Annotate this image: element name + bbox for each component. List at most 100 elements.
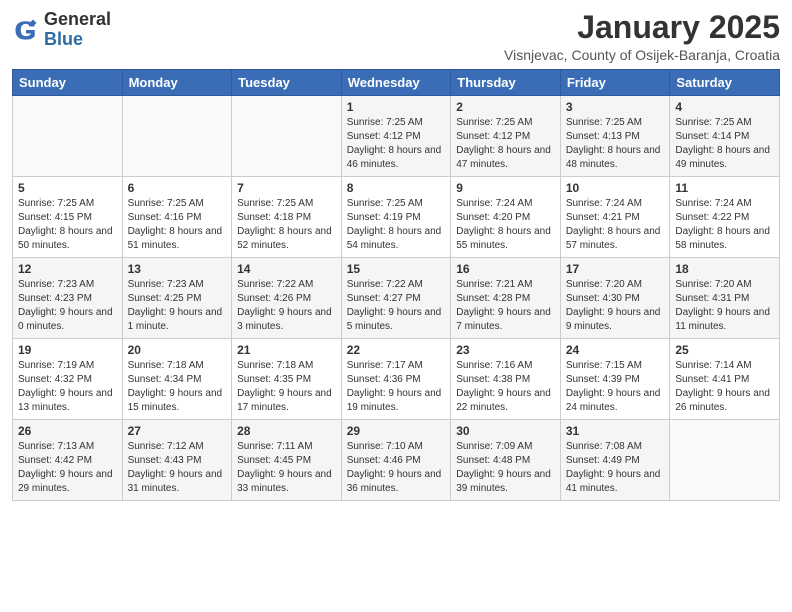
day-info: Sunrise: 7:25 AMSunset: 4:18 PMDaylight:… bbox=[237, 197, 336, 253]
header-tuesday: Tuesday bbox=[232, 70, 342, 96]
calendar-cell bbox=[232, 96, 342, 177]
day-number: 9 bbox=[456, 181, 555, 195]
day-info: Sunrise: 7:12 AMSunset: 4:43 PMDaylight:… bbox=[128, 440, 227, 496]
calendar-cell: 17 Sunrise: 7:20 AMSunset: 4:30 PMDayligh… bbox=[560, 258, 670, 339]
page-container: General Blue January 2025 Visnjevac, Cou… bbox=[0, 0, 792, 509]
header-friday: Friday bbox=[560, 70, 670, 96]
calendar-cell: 6 Sunrise: 7:25 AMSunset: 4:16 PMDaylight… bbox=[122, 177, 232, 258]
day-info: Sunrise: 7:11 AMSunset: 4:45 PMDaylight:… bbox=[237, 440, 336, 496]
day-info: Sunrise: 7:13 AMSunset: 4:42 PMDaylight:… bbox=[18, 440, 117, 496]
day-number: 17 bbox=[566, 262, 665, 276]
calendar-cell: 13Sunrise: 7:23 AMSunset: 4:25 PMDayligh… bbox=[122, 258, 232, 339]
calendar-cell: 26 Sunrise: 7:13 AMSunset: 4:42 PMDayligh… bbox=[13, 420, 123, 501]
day-number: 18 bbox=[675, 262, 774, 276]
day-info: Sunrise: 7:25 AMSunset: 4:12 PMDaylight:… bbox=[456, 116, 555, 172]
day-info: Sunrise: 7:10 AMSunset: 4:46 PMDaylight:… bbox=[347, 440, 446, 496]
day-info: Sunrise: 7:25 AMSunset: 4:19 PMDaylight:… bbox=[347, 197, 446, 253]
day-number: 22 bbox=[347, 343, 446, 357]
calendar-cell: 31 Sunrise: 7:08 AMSunset: 4:49 PMDayligh… bbox=[560, 420, 670, 501]
day-number: 14 bbox=[237, 262, 336, 276]
calendar-cell: 11 Sunrise: 7:24 AMSunset: 4:22 PMDayligh… bbox=[670, 177, 780, 258]
day-number: 11 bbox=[675, 181, 774, 195]
calendar-cell bbox=[670, 420, 780, 501]
day-info: Sunrise: 7:09 AMSunset: 4:48 PMDaylight:… bbox=[456, 440, 555, 496]
header-thursday: Thursday bbox=[451, 70, 561, 96]
day-info: Sunrise: 7:15 AMSunset: 4:39 PMDaylight:… bbox=[566, 359, 665, 415]
day-info: Sunrise: 7:08 AMSunset: 4:49 PMDaylight:… bbox=[566, 440, 665, 496]
day-number: 27 bbox=[128, 424, 227, 438]
calendar-cell: 12 Sunrise: 7:23 AMSunset: 4:23 PMDayligh… bbox=[13, 258, 123, 339]
header-wednesday: Wednesday bbox=[341, 70, 451, 96]
calendar-cell: 14 Sunrise: 7:22 AMSunset: 4:26 PMDayligh… bbox=[232, 258, 342, 339]
day-number: 31 bbox=[566, 424, 665, 438]
calendar-week-3: 12 Sunrise: 7:23 AMSunset: 4:23 PMDayligh… bbox=[13, 258, 780, 339]
calendar-cell: 16Sunrise: 7:21 AMSunset: 4:28 PMDayligh… bbox=[451, 258, 561, 339]
calendar-cell: 28Sunrise: 7:11 AMSunset: 4:45 PMDayligh… bbox=[232, 420, 342, 501]
day-info: Sunrise: 7:24 AMSunset: 4:21 PMDaylight:… bbox=[566, 197, 665, 253]
calendar-cell: 25 Sunrise: 7:14 AMSunset: 4:41 PMDayligh… bbox=[670, 339, 780, 420]
day-number: 5 bbox=[18, 181, 117, 195]
calendar-cell: 22 Sunrise: 7:17 AMSunset: 4:36 PMDayligh… bbox=[341, 339, 451, 420]
header-monday: Monday bbox=[122, 70, 232, 96]
location-subtitle: Visnjevac, County of Osijek-Baranja, Cro… bbox=[504, 47, 780, 63]
calendar-cell: 27 Sunrise: 7:12 AMSunset: 4:43 PMDayligh… bbox=[122, 420, 232, 501]
day-info: Sunrise: 7:20 AMSunset: 4:30 PMDaylight:… bbox=[566, 278, 665, 334]
calendar-cell: 21 Sunrise: 7:18 AMSunset: 4:35 PMDayligh… bbox=[232, 339, 342, 420]
day-number: 26 bbox=[18, 424, 117, 438]
calendar-cell: 20Sunrise: 7:18 AMSunset: 4:34 PMDayligh… bbox=[122, 339, 232, 420]
calendar-cell: 5 Sunrise: 7:25 AMSunset: 4:15 PMDaylight… bbox=[13, 177, 123, 258]
header-sunday: Sunday bbox=[13, 70, 123, 96]
day-number: 12 bbox=[18, 262, 117, 276]
day-info: Sunrise: 7:18 AMSunset: 4:35 PMDaylight:… bbox=[237, 359, 336, 415]
day-info: Sunrise: 7:24 AMSunset: 4:22 PMDaylight:… bbox=[675, 197, 774, 253]
day-number: 13 bbox=[128, 262, 227, 276]
calendar-cell: 24 Sunrise: 7:15 AMSunset: 4:39 PMDayligh… bbox=[560, 339, 670, 420]
logo-icon bbox=[12, 16, 40, 44]
calendar-cell bbox=[122, 96, 232, 177]
calendar-cell: 9 Sunrise: 7:24 AMSunset: 4:20 PMDaylight… bbox=[451, 177, 561, 258]
calendar-cell: 2 Sunrise: 7:25 AMSunset: 4:12 PMDaylight… bbox=[451, 96, 561, 177]
day-number: 8 bbox=[347, 181, 446, 195]
day-number: 30 bbox=[456, 424, 555, 438]
calendar-cell: 18 Sunrise: 7:20 AMSunset: 4:31 PMDayligh… bbox=[670, 258, 780, 339]
day-number: 1 bbox=[347, 100, 446, 114]
day-info: Sunrise: 7:25 AMSunset: 4:15 PMDaylight:… bbox=[18, 197, 117, 253]
day-info: Sunrise: 7:14 AMSunset: 4:41 PMDaylight:… bbox=[675, 359, 774, 415]
day-info: Sunrise: 7:22 AMSunset: 4:27 PMDaylight:… bbox=[347, 278, 446, 334]
day-number: 24 bbox=[566, 343, 665, 357]
day-number: 29 bbox=[347, 424, 446, 438]
day-info: Sunrise: 7:20 AMSunset: 4:31 PMDaylight:… bbox=[675, 278, 774, 334]
day-number: 23 bbox=[456, 343, 555, 357]
day-info: Sunrise: 7:25 AMSunset: 4:16 PMDaylight:… bbox=[128, 197, 227, 253]
day-number: 19 bbox=[18, 343, 117, 357]
day-number: 21 bbox=[237, 343, 336, 357]
day-number: 25 bbox=[675, 343, 774, 357]
calendar-week-2: 5 Sunrise: 7:25 AMSunset: 4:15 PMDaylight… bbox=[13, 177, 780, 258]
day-number: 6 bbox=[128, 181, 227, 195]
calendar-cell: 30 Sunrise: 7:09 AMSunset: 4:48 PMDayligh… bbox=[451, 420, 561, 501]
calendar-week-4: 19Sunrise: 7:19 AMSunset: 4:32 PMDayligh… bbox=[13, 339, 780, 420]
header-row: Sunday Monday Tuesday Wednesday Thursday… bbox=[13, 70, 780, 96]
calendar-cell bbox=[13, 96, 123, 177]
day-info: Sunrise: 7:25 AMSunset: 4:12 PMDaylight:… bbox=[347, 116, 446, 172]
day-info: Sunrise: 7:17 AMSunset: 4:36 PMDaylight:… bbox=[347, 359, 446, 415]
day-info: Sunrise: 7:22 AMSunset: 4:26 PMDaylight:… bbox=[237, 278, 336, 334]
day-number: 3 bbox=[566, 100, 665, 114]
day-number: 4 bbox=[675, 100, 774, 114]
day-number: 20 bbox=[128, 343, 227, 357]
day-number: 15 bbox=[347, 262, 446, 276]
day-info: Sunrise: 7:23 AMSunset: 4:23 PMDaylight:… bbox=[18, 278, 117, 334]
calendar-cell: 7Sunrise: 7:25 AMSunset: 4:18 PMDaylight… bbox=[232, 177, 342, 258]
header: General Blue January 2025 Visnjevac, Cou… bbox=[12, 10, 780, 63]
logo-blue: Blue bbox=[44, 29, 83, 49]
day-number: 16 bbox=[456, 262, 555, 276]
logo-text: General Blue bbox=[44, 10, 111, 50]
calendar-cell: 23Sunrise: 7:16 AMSunset: 4:38 PMDayligh… bbox=[451, 339, 561, 420]
calendar-cell: 29 Sunrise: 7:10 AMSunset: 4:46 PMDayligh… bbox=[341, 420, 451, 501]
calendar-table: Sunday Monday Tuesday Wednesday Thursday… bbox=[12, 69, 780, 501]
calendar-cell: 10 Sunrise: 7:24 AMSunset: 4:21 PMDayligh… bbox=[560, 177, 670, 258]
day-number: 10 bbox=[566, 181, 665, 195]
calendar-cell: 1 Sunrise: 7:25 AMSunset: 4:12 PMDaylight… bbox=[341, 96, 451, 177]
day-info: Sunrise: 7:24 AMSunset: 4:20 PMDaylight:… bbox=[456, 197, 555, 253]
day-number: 2 bbox=[456, 100, 555, 114]
